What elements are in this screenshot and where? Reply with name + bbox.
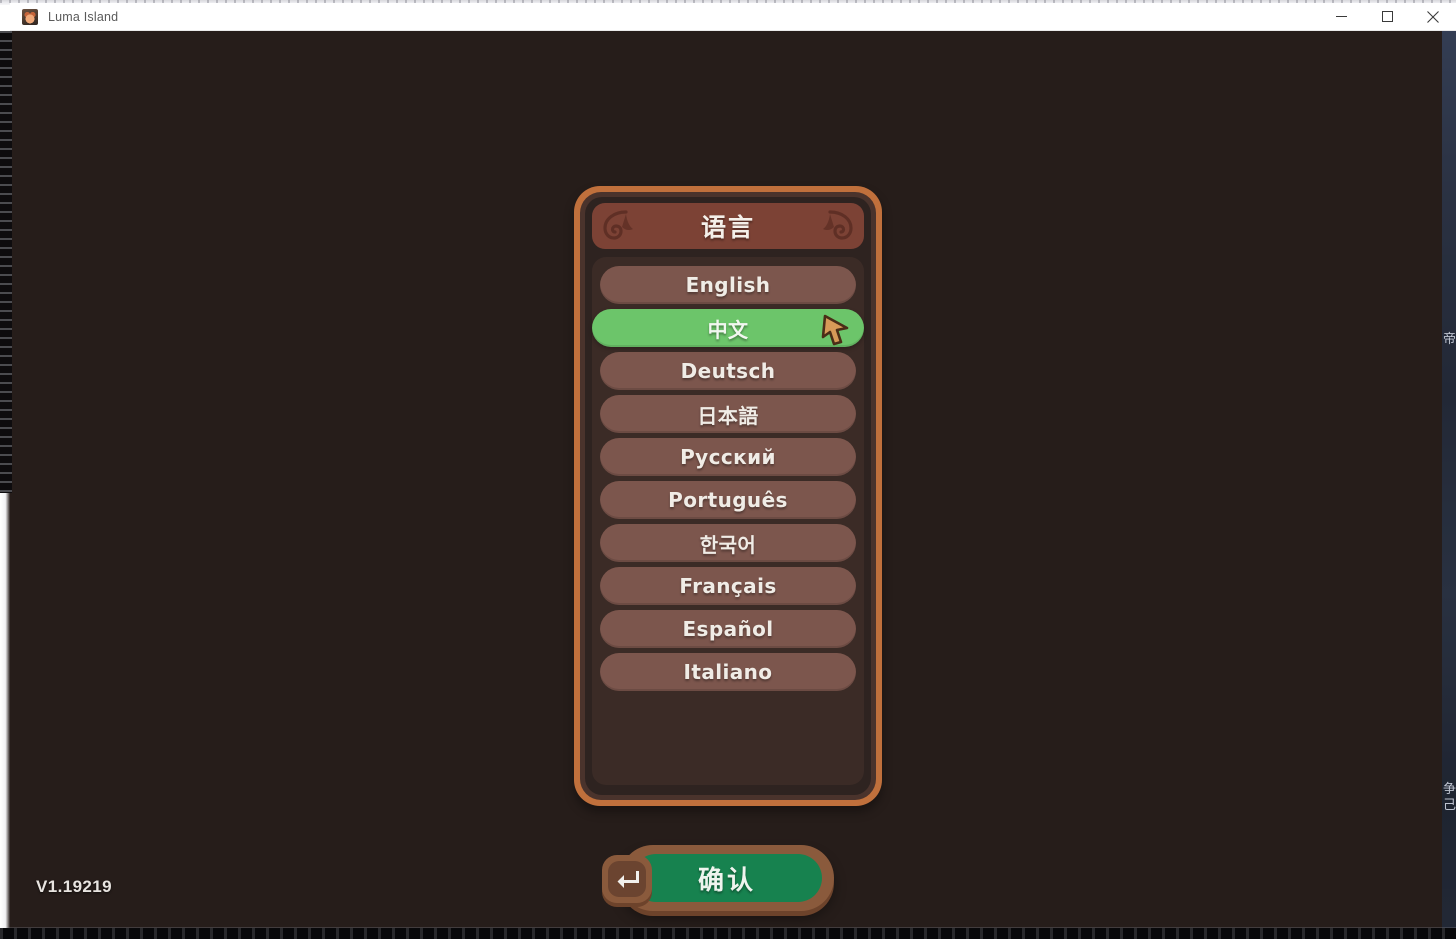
right-edge-glyph: 帝 (1442, 332, 1456, 347)
language-option-label: Deutsch (680, 359, 776, 383)
scroll-swirl-icon (823, 210, 853, 240)
confirm-button-label: 确认 (697, 865, 756, 896)
version-label: V1.19219 (36, 877, 112, 896)
confirm-button-area: 确认 (602, 839, 834, 919)
close-icon (1427, 10, 1439, 23)
language-option-label: 한국어 (699, 532, 757, 557)
minimize-button[interactable] (1318, 3, 1364, 31)
minimize-icon (1335, 16, 1347, 17)
close-button[interactable] (1410, 3, 1456, 31)
language-dialog-body: 语言 English 中文 Deutsch 日本語 Русский Portug… (585, 197, 871, 795)
language-option-japanese[interactable]: 日本語 (600, 395, 856, 433)
maximize-button[interactable] (1364, 3, 1410, 31)
enter-key-hint-inner (608, 861, 646, 897)
scroll-swirl-icon (603, 210, 633, 240)
window-controls (1318, 3, 1456, 31)
enter-key-icon (617, 871, 639, 888)
language-option-label: 中文 (707, 317, 749, 342)
window-title: Luma Island (48, 9, 119, 24)
left-edge-white-strip (0, 493, 10, 939)
language-option-chinese[interactable]: 中文 (592, 309, 864, 347)
language-dialog: 语言 English 中文 Deutsch 日本語 Русский Portug… (574, 186, 882, 806)
language-option-label: Français (679, 574, 777, 598)
language-dialog-inner-border: 语言 English 中文 Deutsch 日本語 Русский Portug… (580, 192, 876, 800)
language-option-russian[interactable]: Русский (600, 438, 856, 476)
language-option-label: English (685, 273, 771, 297)
right-edge-artifact: 帝 争 己 (1442, 31, 1456, 939)
language-option-spanish[interactable]: Español (600, 610, 856, 648)
language-option-label: Español (682, 617, 774, 641)
language-option-italian[interactable]: Italiano (600, 653, 856, 691)
language-option-label: Русский (680, 445, 776, 469)
right-edge-glyph: 争 (1442, 782, 1456, 797)
language-option-english[interactable]: English (600, 266, 856, 304)
language-option-label: Português (668, 488, 788, 512)
language-option-label: Italiano (683, 660, 773, 684)
confirm-button[interactable]: 确认 (620, 845, 834, 911)
language-dialog-header: 语言 (592, 203, 864, 249)
language-option-french[interactable]: Français (600, 567, 856, 605)
language-list: English 中文 Deutsch 日本語 Русский Português… (592, 257, 864, 785)
game-viewport: 帝 争 己 V1.19219 语言 English 中文 Deutsch 日本語… (0, 31, 1456, 939)
window-titlebar: Luma Island (10, 3, 1456, 31)
right-edge-glyph: 己 (1442, 798, 1456, 813)
enter-key-hint[interactable] (602, 855, 652, 903)
left-edge-artifact (0, 31, 12, 493)
right-edge-shade (1426, 31, 1442, 939)
bottom-edge-artifact (0, 928, 1456, 939)
language-option-portuguese[interactable]: Português (600, 481, 856, 519)
screen-root: Luma Island 帝 争 己 V1.19219 语言 English 中文… (0, 0, 1456, 939)
language-option-german[interactable]: Deutsch (600, 352, 856, 390)
pointer-arrow-cursor (821, 314, 849, 346)
maximize-icon (1381, 11, 1393, 22)
language-dialog-title: 语言 (700, 213, 755, 242)
language-option-label: 日本語 (697, 403, 759, 428)
language-option-korean[interactable]: 한국어 (600, 524, 856, 562)
confirm-button-face: 确认 (632, 854, 822, 902)
app-icon (22, 8, 38, 25)
